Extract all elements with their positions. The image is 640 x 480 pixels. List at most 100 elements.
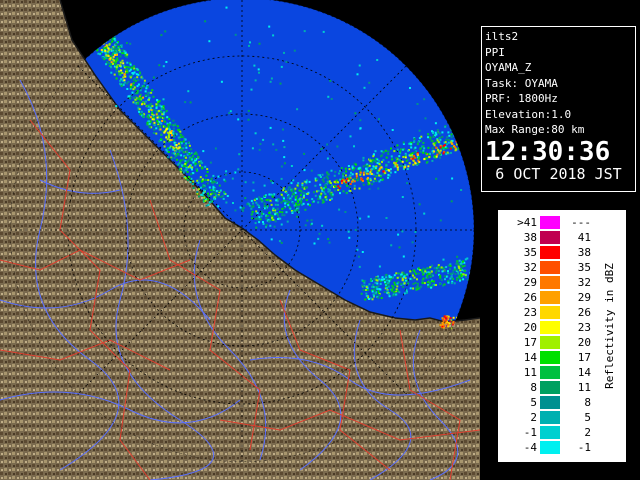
echo-cell — [185, 142, 188, 145]
echo-cell — [268, 193, 271, 196]
echo-cell — [465, 143, 468, 146]
echo-cell — [327, 238, 330, 240]
legend-row: 14 17 — [501, 350, 601, 365]
echo-cell — [150, 109, 153, 111]
echo-cell — [381, 178, 384, 181]
echo-cell — [360, 292, 363, 295]
echo-cell — [126, 61, 129, 64]
echo-cell — [362, 179, 364, 182]
echo-cell — [286, 220, 289, 223]
echo-cell — [347, 179, 350, 182]
echo-cell — [356, 248, 359, 251]
echo-cell — [197, 188, 200, 191]
echo-cell — [441, 135, 444, 138]
echo-cell — [138, 110, 141, 113]
echo-cell — [459, 317, 462, 320]
echo-cell — [108, 62, 111, 65]
echo-cell — [438, 136, 441, 139]
echo-cell — [162, 65, 165, 68]
echo-cell — [408, 162, 411, 165]
echo-cell — [439, 324, 442, 327]
echo-cell — [272, 207, 275, 210]
echo-cell — [309, 204, 311, 207]
echo-cell — [442, 318, 445, 321]
echo-cell — [334, 170, 337, 173]
echo-cell — [156, 116, 159, 119]
echo-cell — [392, 293, 395, 296]
legend-upper-bound: 20 — [577, 336, 591, 349]
echo-cell — [376, 282, 379, 285]
echo-cell — [304, 208, 307, 211]
echo-cell — [139, 93, 142, 96]
echo-cell — [157, 101, 160, 104]
echo-cell — [189, 101, 192, 104]
echo-cell — [355, 163, 357, 166]
echo-cell — [146, 105, 149, 108]
echo-cell — [427, 285, 430, 288]
echo-cell — [418, 161, 421, 163]
echo-cell — [119, 79, 122, 82]
echo-cell — [158, 140, 161, 143]
echo-cell — [378, 265, 381, 268]
echo-cell — [184, 169, 187, 172]
color-scale-legend: >41 --- 38 41 35 38 32 35 29 32 26 29 23 26 20 23 17 20 14… — [498, 210, 626, 462]
echo-cell — [211, 192, 214, 195]
echo-cell — [458, 259, 461, 262]
echo-cell — [170, 139, 173, 141]
echo-cell — [452, 277, 455, 280]
echo-cell — [405, 153, 408, 156]
echo-cell — [319, 176, 322, 178]
echo-cell — [373, 294, 375, 297]
echo-cell — [412, 282, 415, 285]
echo-cell — [258, 71, 260, 74]
echo-cell — [101, 57, 104, 59]
echo-cell — [464, 270, 466, 272]
echo-cell — [387, 150, 390, 153]
echo-cell — [217, 195, 220, 198]
echo-cell — [282, 128, 284, 131]
echo-cell — [168, 118, 171, 120]
echo-cell — [353, 177, 356, 180]
echo-cell — [355, 175, 358, 177]
echo-cell — [195, 167, 198, 170]
echo-cell — [417, 272, 420, 275]
echo-cell — [447, 272, 450, 275]
echo-cell — [453, 123, 456, 126]
echo-cell — [327, 95, 330, 98]
echo-cell — [438, 151, 441, 154]
max-range-value: Max Range:80 km — [485, 123, 585, 136]
echo-cell — [393, 281, 396, 284]
echo-cell — [429, 275, 432, 278]
echo-cell — [447, 131, 450, 134]
echo-cell — [156, 122, 159, 125]
echo-cell — [139, 99, 142, 102]
echo-cell — [196, 191, 199, 193]
echo-cell — [459, 262, 462, 265]
echo-cell — [115, 77, 118, 80]
echo-cell — [140, 110, 143, 113]
echo-cell — [139, 89, 142, 92]
echo-cell — [396, 282, 399, 285]
legend-lower-bound: 32 — [523, 261, 537, 274]
echo-cell — [289, 207, 292, 210]
echo-cell — [187, 152, 190, 155]
legend-row: 32 35 — [501, 260, 601, 275]
echo-cell — [292, 202, 295, 205]
echo-cell — [120, 85, 123, 87]
echo-cell — [384, 172, 387, 175]
echo-cell — [338, 187, 341, 190]
legend-upper-bound: 23 — [577, 321, 591, 334]
echo-cell — [177, 142, 180, 145]
echo-cell — [396, 285, 399, 288]
echo-cell — [97, 30, 100, 33]
legend-lower-bound: -1 — [523, 426, 537, 439]
echo-cell — [333, 174, 336, 177]
echo-cell — [317, 237, 320, 240]
echo-cell — [244, 181, 247, 184]
echo-cell — [441, 323, 444, 326]
echo-cell — [158, 115, 161, 118]
echo-cell — [130, 83, 133, 86]
legend-row: -4 -1 — [501, 440, 601, 455]
echo-cell — [86, 37, 89, 40]
echo-cell — [91, 43, 94, 46]
